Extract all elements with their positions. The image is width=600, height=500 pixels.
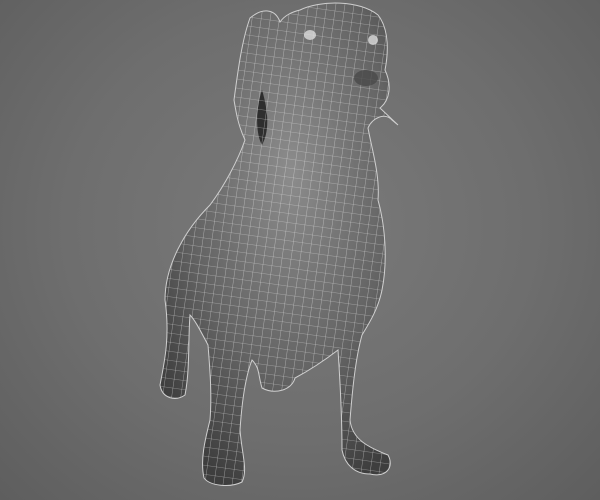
viewport bbox=[0, 0, 600, 500]
left-eye bbox=[304, 30, 316, 40]
dog-model bbox=[159, 2, 399, 486]
dog-mesh bbox=[159, 2, 399, 486]
right-eye bbox=[368, 35, 378, 45]
nose bbox=[354, 70, 378, 86]
